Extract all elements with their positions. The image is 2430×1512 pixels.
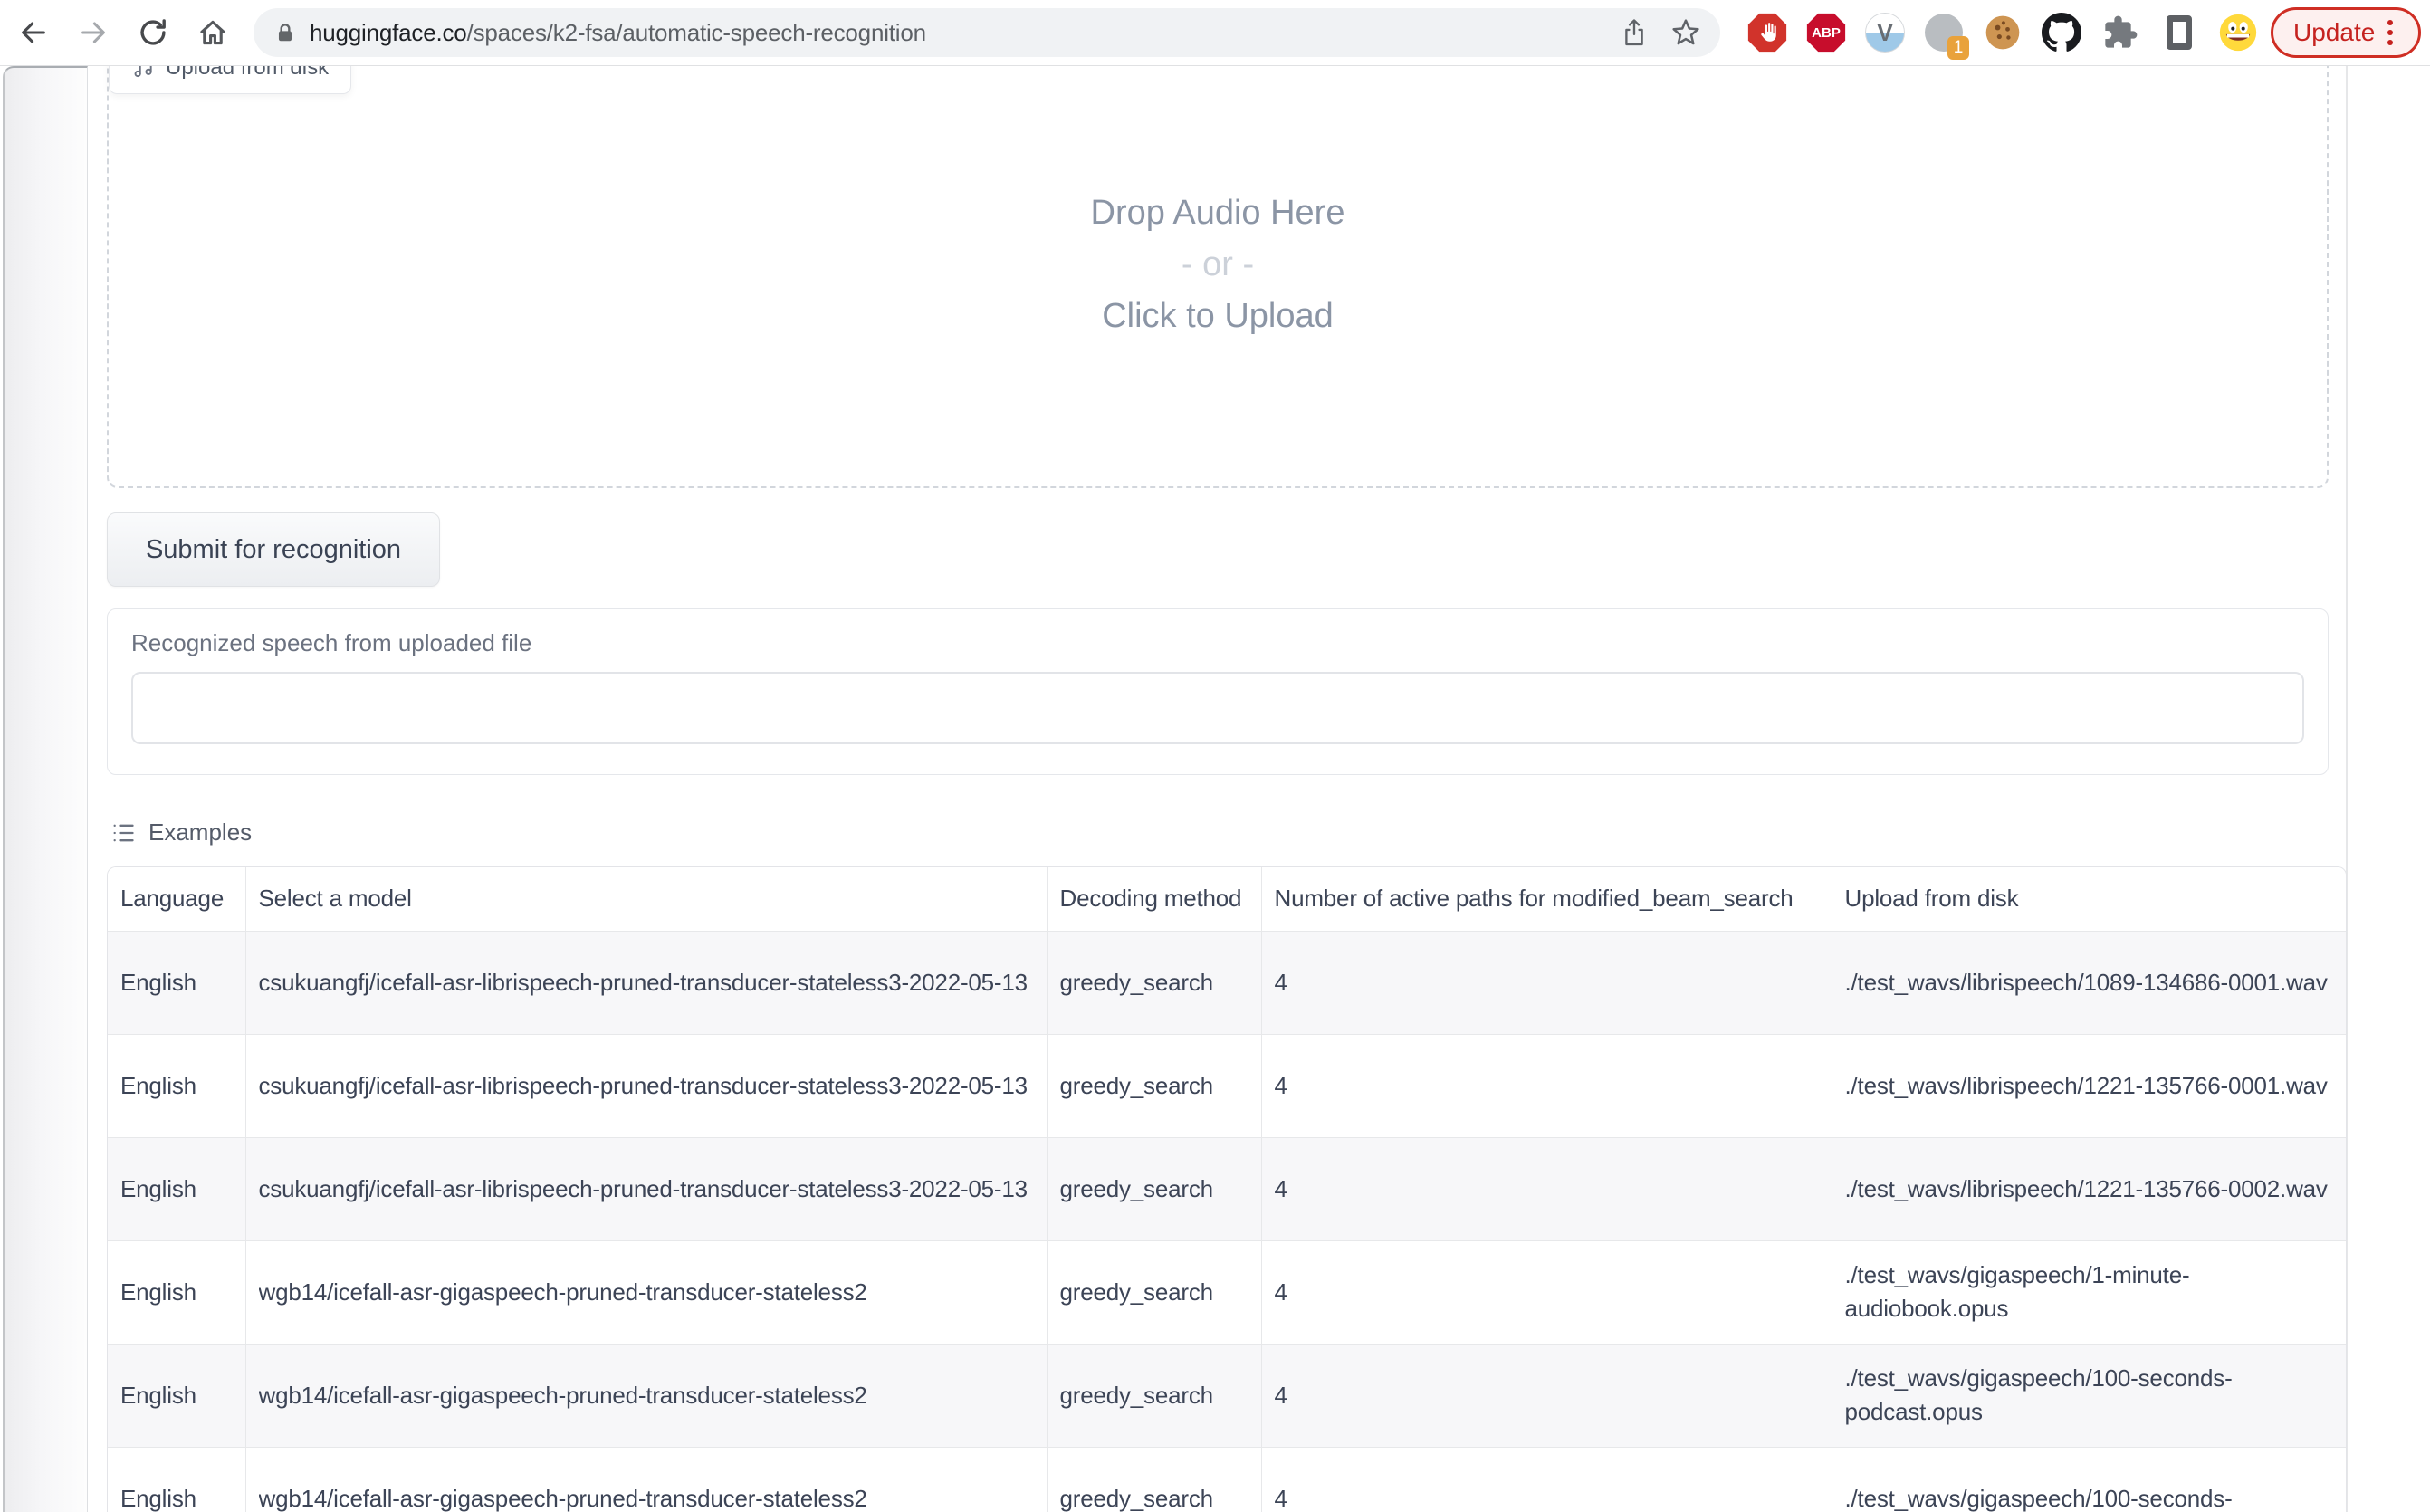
cell-model[interactable]: csukuangfj/icefall-asr-librispeech-prune… bbox=[245, 931, 1047, 1034]
example-row[interactable]: English csukuangfj/icefall-asr-librispee… bbox=[108, 1137, 2346, 1240]
forward-icon bbox=[78, 17, 109, 48]
reload-icon bbox=[138, 17, 168, 48]
forward-button[interactable] bbox=[74, 14, 112, 52]
example-row[interactable]: English wgb14/icefall-asr-gigaspeech-pru… bbox=[108, 1240, 2346, 1344]
url-domain: huggingface.co bbox=[310, 19, 467, 46]
dropzone-title: Drop Audio Here bbox=[1091, 187, 1345, 239]
submit-for-recognition-button[interactable]: Submit for recognition bbox=[107, 512, 440, 587]
adblock-extension-button[interactable] bbox=[1747, 13, 1787, 53]
cookie-icon bbox=[1983, 13, 2023, 53]
frame-icon bbox=[2167, 15, 2192, 50]
url-text: huggingface.co/spaces/k2-fsa/automatic-s… bbox=[310, 19, 1597, 47]
column-header-model: Select a model bbox=[245, 867, 1047, 931]
cell-num-active-paths[interactable]: 4 bbox=[1261, 1344, 1832, 1447]
url-path: /spaces/k2-fsa/automatic-speech-recognit… bbox=[467, 19, 926, 46]
abp-icon: ABP bbox=[1806, 13, 1846, 53]
home-icon bbox=[197, 17, 228, 48]
github-extension-button[interactable] bbox=[2042, 13, 2081, 53]
recognized-speech-label: Recognized speech from uploaded file bbox=[131, 629, 2304, 657]
extensions-menu-button[interactable] bbox=[2100, 13, 2140, 53]
examples-header: Examples bbox=[110, 818, 252, 847]
home-button[interactable] bbox=[194, 14, 232, 52]
browser-toolbar: huggingface.co/spaces/k2-fsa/automatic-s… bbox=[0, 0, 2430, 66]
example-row[interactable]: English csukuangfj/icefall-asr-librispee… bbox=[108, 1034, 2346, 1137]
cell-upload-from-disk[interactable]: ./test_wavs/librispeech/1089-134686-0001… bbox=[1832, 931, 2346, 1034]
adblock-hand-icon bbox=[1747, 13, 1787, 53]
examples-label: Examples bbox=[148, 818, 252, 847]
cell-model[interactable]: wgb14/icefall-asr-gigaspeech-pruned-tran… bbox=[245, 1447, 1047, 1512]
address-bar[interactable]: huggingface.co/spaces/k2-fsa/automatic-s… bbox=[254, 8, 1720, 57]
cell-num-active-paths[interactable]: 4 bbox=[1261, 1240, 1832, 1344]
cell-language[interactable]: English bbox=[108, 1447, 245, 1512]
smiley-extension-button[interactable] bbox=[2218, 13, 2258, 53]
share-button[interactable] bbox=[1621, 18, 1648, 47]
column-header-language: Language bbox=[108, 867, 245, 931]
cell-num-active-paths[interactable]: 4 bbox=[1261, 931, 1832, 1034]
dropzone-separator: - or - bbox=[1182, 239, 1254, 291]
share-icon bbox=[1621, 18, 1648, 47]
cell-model[interactable]: csukuangfj/icefall-asr-librispeech-prune… bbox=[245, 1034, 1047, 1137]
cell-decoding-method[interactable]: greedy_search bbox=[1047, 1240, 1261, 1344]
examples-list-icon bbox=[110, 820, 136, 846]
cell-language[interactable]: English bbox=[108, 931, 245, 1034]
abp-extension-button[interactable]: ABP bbox=[1806, 13, 1846, 53]
column-header-decoding-method: Decoding method bbox=[1047, 867, 1261, 931]
v-icon: V bbox=[1865, 13, 1905, 53]
examples-header-row: Language Select a model Decoding method … bbox=[108, 867, 2346, 931]
cell-decoding-method[interactable]: greedy_search bbox=[1047, 931, 1261, 1034]
cell-num-active-paths[interactable]: 4 bbox=[1261, 1034, 1832, 1137]
cell-model[interactable]: wgb14/icefall-asr-gigaspeech-pruned-tran… bbox=[245, 1240, 1047, 1344]
cell-upload-from-disk[interactable]: ./test_wavs/gigaspeech/100-seconds-podca… bbox=[1832, 1344, 2346, 1447]
cell-decoding-method[interactable]: greedy_search bbox=[1047, 1344, 1261, 1447]
cell-num-active-paths[interactable]: 4 bbox=[1261, 1137, 1832, 1240]
cell-num-active-paths[interactable]: 4 bbox=[1261, 1447, 1832, 1512]
update-label: Update bbox=[2293, 18, 2375, 47]
cell-model[interactable]: csukuangfj/icefall-asr-librispeech-prune… bbox=[245, 1137, 1047, 1240]
cell-upload-from-disk[interactable]: ./test_wavs/librispeech/1221-135766-0001… bbox=[1832, 1034, 2346, 1137]
extensions-row: ABP V 1 bbox=[1747, 13, 2258, 53]
page-left-gutter bbox=[3, 66, 88, 1512]
cell-language[interactable]: English bbox=[108, 1034, 245, 1137]
menu-dots-icon bbox=[2387, 20, 2393, 45]
cell-model[interactable]: wgb14/icefall-asr-gigaspeech-pruned-tran… bbox=[245, 1344, 1047, 1447]
notification-extension-button[interactable]: 1 bbox=[1924, 13, 1964, 53]
example-row[interactable]: English wgb14/icefall-asr-gigaspeech-pru… bbox=[108, 1447, 2346, 1512]
audio-dropzone[interactable]: Drop Audio Here - or - Click to Upload bbox=[107, 42, 2329, 488]
cookie-extension-button[interactable] bbox=[1983, 13, 2023, 53]
back-button[interactable] bbox=[14, 14, 53, 52]
recognized-speech-output[interactable] bbox=[131, 672, 2304, 744]
v-label: V bbox=[1877, 19, 1892, 47]
cell-language[interactable]: English bbox=[108, 1137, 245, 1240]
cell-upload-from-disk[interactable]: ./test_wavs/gigaspeech/1-minute-audioboo… bbox=[1832, 1240, 2346, 1344]
dropzone-subtitle: Click to Upload bbox=[1102, 291, 1334, 342]
reload-button[interactable] bbox=[134, 14, 172, 52]
cell-decoding-method[interactable]: greedy_search bbox=[1047, 1034, 1261, 1137]
lock-icon bbox=[273, 21, 297, 44]
puzzle-icon bbox=[2102, 14, 2138, 51]
recognized-speech-container: Recognized speech from uploaded file bbox=[107, 608, 2329, 775]
column-header-upload-from-disk: Upload from disk bbox=[1832, 867, 2346, 931]
cell-decoding-method[interactable]: greedy_search bbox=[1047, 1447, 1261, 1512]
example-row[interactable]: English csukuangfj/icefall-asr-librispee… bbox=[108, 931, 2346, 1034]
github-icon bbox=[2042, 13, 2081, 53]
smiley-icon bbox=[2218, 13, 2258, 53]
example-row[interactable]: English wgb14/icefall-asr-gigaspeech-pru… bbox=[108, 1344, 2346, 1447]
cell-decoding-method[interactable]: greedy_search bbox=[1047, 1137, 1261, 1240]
bookmark-button[interactable] bbox=[1671, 18, 1700, 47]
cell-upload-from-disk[interactable]: ./test_wavs/librispeech/1221-135766-0002… bbox=[1832, 1137, 2346, 1240]
column-header-num-active-paths: Number of active paths for modified_beam… bbox=[1261, 867, 1832, 931]
sidebar-extension-button[interactable] bbox=[2159, 13, 2199, 53]
v-extension-button[interactable]: V bbox=[1865, 13, 1905, 53]
star-icon bbox=[1671, 18, 1700, 47]
extension-badge: 1 bbox=[1947, 36, 1969, 60]
examples-table: Language Select a model Decoding method … bbox=[107, 866, 2347, 1512]
cell-language[interactable]: English bbox=[108, 1240, 245, 1344]
back-icon bbox=[18, 17, 49, 48]
chrome-update-button[interactable]: Update bbox=[2271, 7, 2421, 58]
cell-language[interactable]: English bbox=[108, 1344, 245, 1447]
cell-upload-from-disk[interactable]: ./test_wavs/gigaspeech/100-seconds- bbox=[1832, 1447, 2346, 1512]
abp-label: ABP bbox=[1812, 25, 1841, 41]
